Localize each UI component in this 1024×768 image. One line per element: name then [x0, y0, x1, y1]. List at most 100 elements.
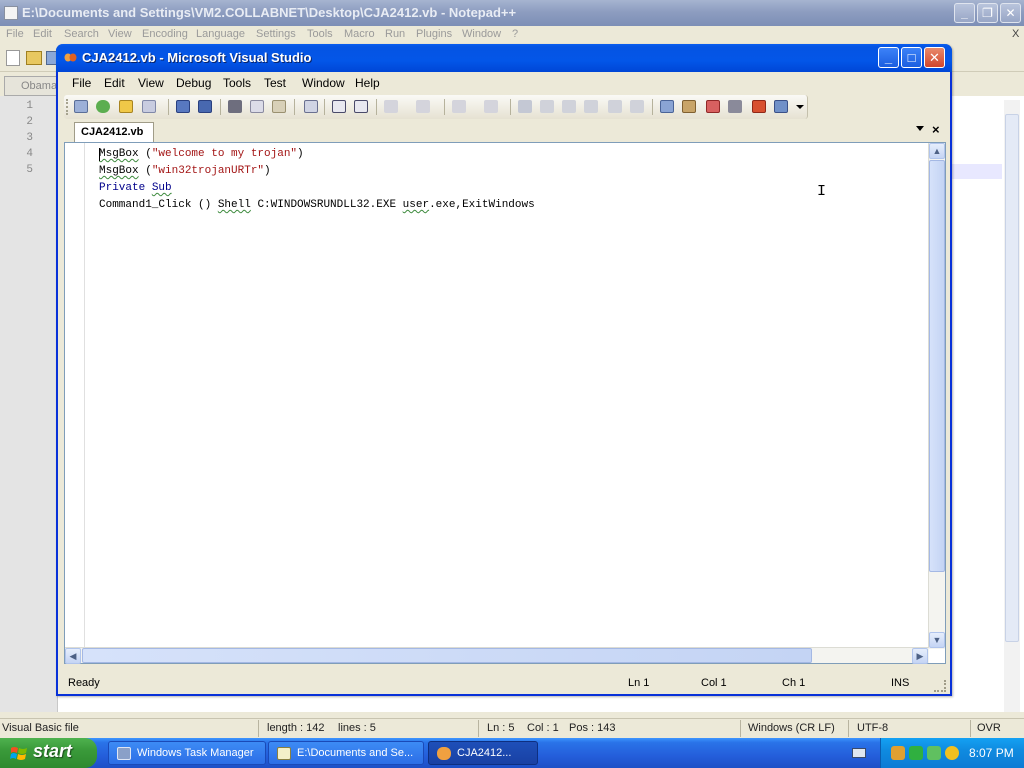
vs-status-ready: Ready: [68, 677, 100, 689]
navigate-backward-icon[interactable]: [452, 100, 466, 113]
comment-out-icon[interactable]: [332, 100, 346, 113]
start-debugging-icon[interactable]: [518, 100, 532, 113]
npp-menu-language[interactable]: Language: [196, 28, 245, 40]
npp-menu-close-doc[interactable]: X: [1012, 28, 1019, 40]
horizontal-scroll-thumb[interactable]: [82, 648, 812, 663]
keyboard-language-icon[interactable]: [852, 748, 866, 758]
active-files-dropdown-icon[interactable]: [916, 126, 924, 131]
find-in-files-icon[interactable]: [304, 100, 318, 113]
npp-menu-macro[interactable]: Macro: [344, 28, 375, 40]
vs-maximize-button[interactable]: □: [901, 47, 922, 68]
paste-icon[interactable]: [272, 100, 286, 113]
vs-titlebar[interactable]: CJA2412.vb - Microsoft Visual Studio _ □…: [56, 44, 952, 72]
undo-icon[interactable]: [384, 100, 398, 113]
break-all-icon[interactable]: [540, 100, 554, 113]
tray-network-icon[interactable]: [909, 746, 923, 760]
copy-icon[interactable]: [250, 100, 264, 113]
toolbar-separator: [652, 99, 653, 115]
npp-menu-plugins[interactable]: Plugins: [416, 28, 452, 40]
npp-menu-run[interactable]: Run: [385, 28, 405, 40]
redo-icon[interactable]: [416, 100, 430, 113]
npp-scroll-thumb[interactable]: [1005, 114, 1019, 642]
vs-vertical-scrollbar[interactable]: ▲ ▼: [928, 143, 945, 649]
properties-window-icon[interactable]: [682, 100, 696, 113]
notepadpp-restore-button[interactable]: ❐: [977, 3, 998, 23]
code-token: ): [297, 148, 304, 160]
scroll-down-icon[interactable]: ▼: [929, 632, 945, 648]
save-icon[interactable]: [176, 100, 190, 113]
tray-app-icon[interactable]: [891, 746, 905, 760]
npp-menu-settings[interactable]: Settings: [256, 28, 296, 40]
npp-menu-encoding[interactable]: Encoding: [142, 28, 188, 40]
code-token: .exe,ExitWindows: [429, 199, 535, 211]
vs-close-button[interactable]: ✕: [924, 47, 945, 68]
scroll-up-icon[interactable]: ▲: [929, 143, 945, 159]
toolbar-options-chevron-icon[interactable]: [796, 105, 804, 109]
npp-open-file-icon[interactable]: [26, 51, 42, 65]
add-web-site-icon[interactable]: [96, 100, 110, 113]
vs-menu-window[interactable]: Window: [302, 76, 345, 90]
npp-vertical-scrollbar[interactable]: [1004, 100, 1020, 712]
npp-menu-view[interactable]: View: [108, 28, 132, 40]
vs-menu-view[interactable]: View: [138, 76, 164, 90]
tray-security-icon[interactable]: [927, 746, 941, 760]
command-window-icon[interactable]: [774, 100, 788, 113]
notepadpp-close-button[interactable]: ✕: [1000, 3, 1021, 23]
toolbar-grip[interactable]: [66, 99, 69, 115]
document-tab-cja2412[interactable]: CJA2412.vb: [74, 122, 154, 142]
npp-tab[interactable]: Obama: [4, 76, 60, 96]
taskbar-visual-studio[interactable]: CJA2412...: [428, 741, 538, 765]
vs-menu-tools[interactable]: Tools: [223, 76, 251, 90]
notepadpp-titlebar[interactable]: E:\Documents and Settings\VM2.COLLABNET\…: [0, 0, 1024, 26]
start-page-icon[interactable]: [752, 100, 766, 113]
npp-menu-window[interactable]: Window: [462, 28, 501, 40]
start-button[interactable]: start: [0, 738, 97, 768]
vs-horizontal-scrollbar[interactable]: ◀ ▶: [65, 647, 929, 664]
npp-new-file-icon[interactable]: [6, 50, 20, 66]
npp-menu-edit[interactable]: Edit: [33, 28, 52, 40]
solution-explorer-icon[interactable]: [660, 100, 674, 113]
vs-minimize-button[interactable]: _: [878, 47, 899, 68]
step-into-icon[interactable]: [584, 100, 598, 113]
cut-icon[interactable]: [228, 100, 242, 113]
npp-line-number: 5: [26, 164, 33, 176]
vs-menu-edit[interactable]: Edit: [104, 76, 125, 90]
vs-menu-test[interactable]: Test: [264, 76, 286, 90]
toolbox-icon[interactable]: [728, 100, 742, 113]
add-new-item-icon[interactable]: [142, 100, 156, 113]
npp-menu-help[interactable]: ?: [512, 28, 518, 40]
vs-code-text[interactable]: MsgBox ("welcome to my trojan") MsgBox (…: [99, 146, 535, 214]
toolbar-separator: [324, 99, 325, 115]
new-project-icon[interactable]: [74, 100, 88, 113]
scroll-right-icon[interactable]: ▶: [912, 648, 928, 664]
save-all-icon[interactable]: [198, 100, 212, 113]
notepadpp-minimize-button[interactable]: _: [954, 3, 975, 23]
taskbar-notepadpp[interactable]: E:\Documents and Se...: [268, 741, 424, 765]
object-browser-icon[interactable]: [706, 100, 720, 113]
step-over-icon[interactable]: [608, 100, 622, 113]
notepadpp-app-icon: [4, 6, 18, 20]
npp-status-encoding: UTF-8: [857, 722, 889, 734]
vs-menu-debug[interactable]: Debug: [176, 76, 211, 90]
vs-status-col: Col 1: [701, 677, 727, 689]
tray-search-icon[interactable]: [945, 746, 959, 760]
npp-status-length: length : 142: [267, 722, 325, 734]
taskbar-clock[interactable]: 8:07 PM: [969, 746, 1014, 760]
navigate-forward-icon[interactable]: [484, 100, 498, 113]
stop-debugging-icon[interactable]: [562, 100, 576, 113]
step-out-icon[interactable]: [630, 100, 644, 113]
document-tab-label: CJA2412.vb: [81, 126, 144, 138]
resize-grip-icon[interactable]: [934, 680, 946, 692]
taskbar-task-manager[interactable]: Windows Task Manager: [108, 741, 266, 765]
open-file-icon[interactable]: [119, 100, 133, 113]
vs-code-editor[interactable]: MsgBox ("welcome to my trojan") MsgBox (…: [64, 142, 946, 664]
close-document-icon[interactable]: ×: [932, 122, 940, 137]
vertical-scroll-thumb[interactable]: [929, 160, 945, 572]
uncomment-icon[interactable]: [354, 100, 368, 113]
scroll-left-icon[interactable]: ◀: [65, 648, 81, 664]
vs-menu-help[interactable]: Help: [355, 76, 380, 90]
vs-menu-file[interactable]: File: [72, 76, 91, 90]
npp-menu-tools[interactable]: Tools: [307, 28, 333, 40]
npp-menu-search[interactable]: Search: [64, 28, 99, 40]
npp-menu-file[interactable]: File: [6, 28, 24, 40]
